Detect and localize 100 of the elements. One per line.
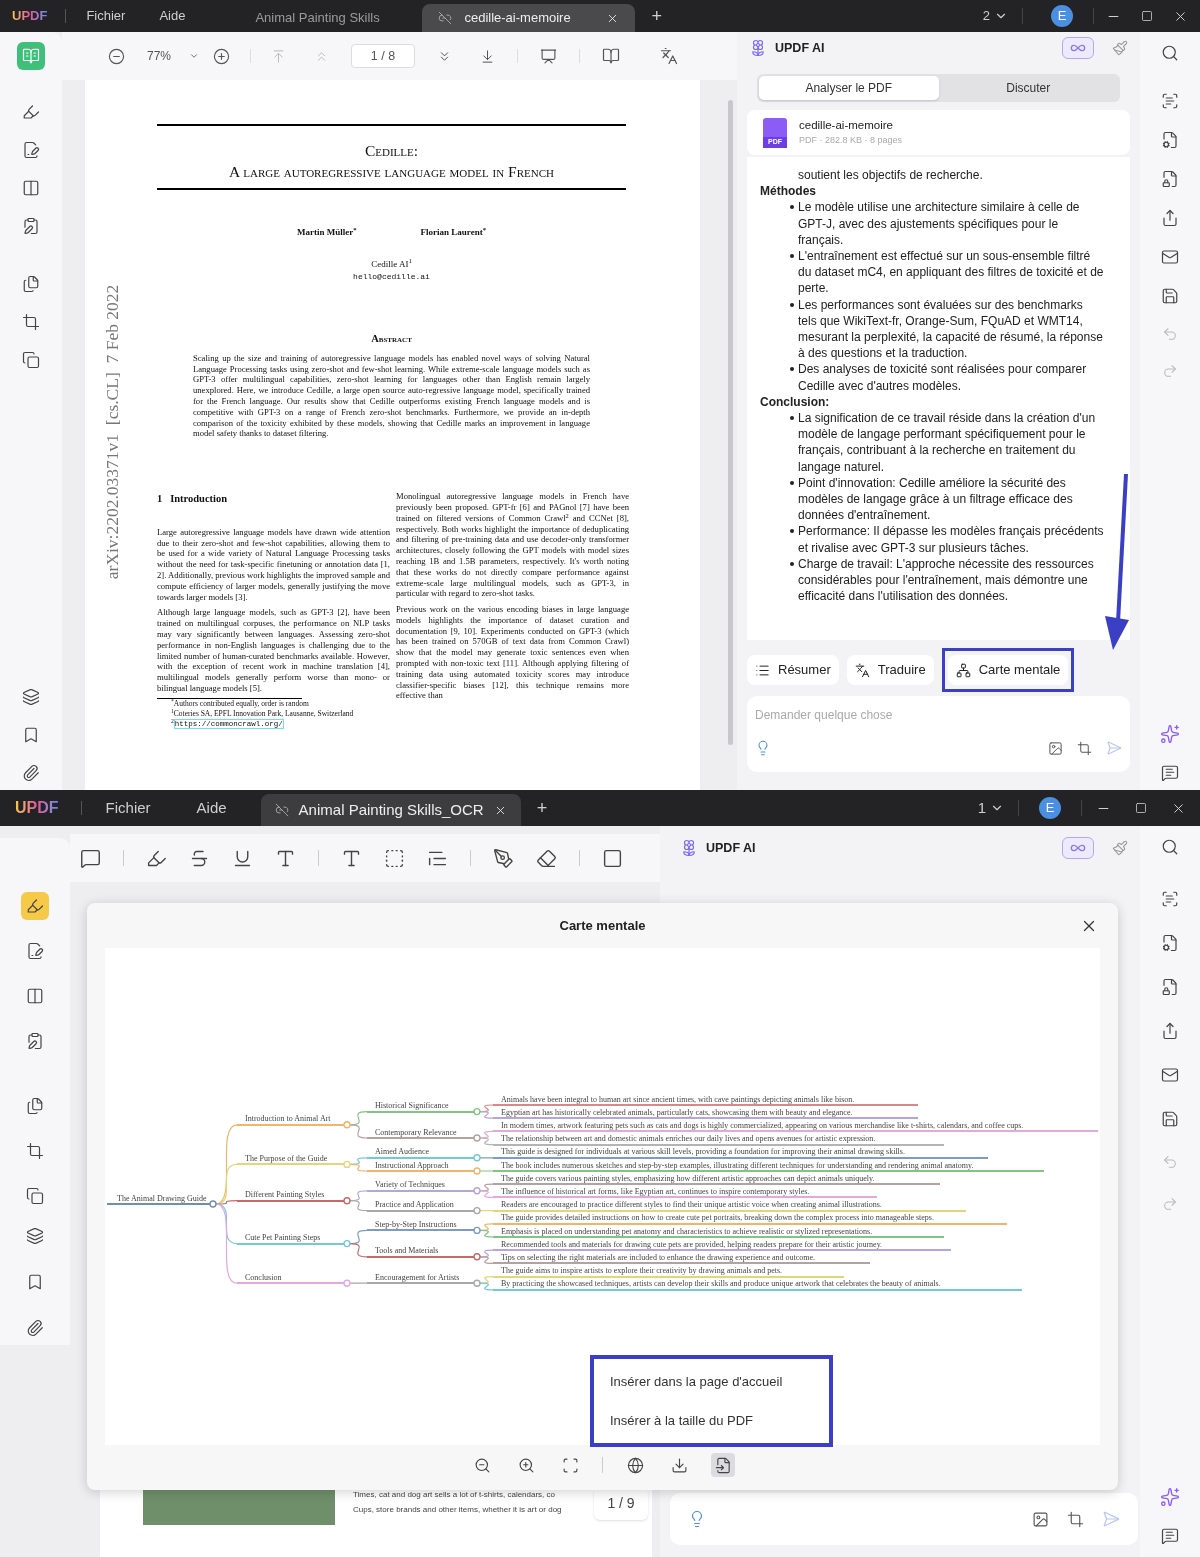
node-circle[interactable] [473,1107,481,1116]
lightbulb-icon[interactable] [755,740,771,756]
page-number-field[interactable]: 1 / 8 [351,44,416,68]
node-label[interactable]: The guide provides detailed instructions on how to create cute pet portraits, breaking down the complex process into manageable steps. [501,1213,934,1223]
layers-icon[interactable] [22,688,40,706]
document-tab[interactable]: Animal Painting Skills_OCR [260,794,521,826]
ask-input[interactable]: Demander quelque chose [747,696,1130,772]
node-circle[interactable] [473,1134,481,1142]
file-lock-icon[interactable] [1161,978,1179,996]
bookmark-icon[interactable] [26,1273,44,1291]
text-box-icon[interactable] [384,847,405,869]
menu-item[interactable]: Aide [159,6,186,26]
node-circle[interactable] [473,1279,481,1287]
node-circle[interactable] [473,1253,481,1261]
search-icon[interactable] [1161,838,1179,856]
share-icon[interactable] [1161,209,1179,227]
node-label[interactable]: Tips on selecting the right materials are included to enhance the drawing experience and outcome. [501,1252,816,1262]
zoom-out-icon[interactable] [108,47,125,65]
file-cog-icon[interactable] [1161,131,1179,149]
new-tab-button[interactable]: + [651,2,662,30]
node-circle[interactable] [343,1197,351,1205]
ocr-icon[interactable] [1161,890,1179,908]
segment-tab[interactable]: Analyser le PDF [759,76,939,100]
book-icon[interactable] [602,47,621,65]
node-label[interactable]: In modern times, artwork featuring pets such as cats and dogs is highly commercialized, appearing on various merchandise like t-shirts, calendars, and coffee cups. [501,1120,1024,1130]
node-circle[interactable] [473,1187,481,1195]
paperclip-icon[interactable] [22,764,40,782]
menu-item[interactable]: Insérer à la taille du PDF [610,1411,829,1431]
node-label[interactable]: Readers are encouraged to practice different styles to find their unique artistic voice when creating animal illustrations. [501,1200,882,1210]
file-lock-icon[interactable] [1161,170,1179,188]
node-circle[interactable] [343,1239,351,1248]
file-cog-icon[interactable] [1161,934,1179,952]
node-label[interactable]: Cute Pet Painting Steps [245,1233,321,1243]
node-label[interactable]: The relationship between art and domestic animals enriches our daily lives and opens avenues for artistic expression. [501,1134,876,1144]
eraser-icon[interactable] [536,847,557,869]
node-circle[interactable] [473,1154,481,1162]
paperclip-icon[interactable] [26,1319,44,1337]
node-label[interactable]: Tools and Materials [375,1246,439,1256]
pen-icon[interactable] [493,847,514,869]
node-label[interactable]: The guide covers various painting styles, emphasizing how different artistic approaches can depict animals uniquely. [501,1173,875,1183]
scrollbar[interactable] [728,100,733,745]
node-label[interactable]: Different Painting Styles [245,1190,325,1200]
node-label[interactable]: The Purpose of the Guide [245,1153,328,1163]
node-label[interactable]: The influence of historical art forms, like Egyptian art, continues to inspire contemporary styles. [501,1186,810,1196]
comment-icon[interactable] [80,847,101,869]
segment-tab[interactable]: Discuter [938,76,1118,100]
mail-icon[interactable] [1161,248,1179,266]
node-circle[interactable] [473,1167,481,1175]
document-tab[interactable]: Animal Painting Skills [239,4,423,32]
bookmark-icon[interactable] [22,726,40,744]
presentation-icon[interactable] [540,47,558,65]
chat-icon[interactable] [1161,1527,1179,1545]
node-circle[interactable] [473,1226,481,1235]
node-label[interactable]: This guide is designed for individuals at various skill levels, providing a foundation for improving their animal drawing skills. [501,1147,905,1157]
node-label[interactable]: The guide aims to inspire artists to explore their creativity by drawing animals and pets. [501,1266,783,1276]
action-button[interactable]: Carte mentale [947,655,1069,685]
node-label[interactable]: Step-by-Step Instructions [375,1219,457,1229]
node-label[interactable]: The Animal Drawing Guide [117,1193,207,1203]
image-icon[interactable] [1048,740,1063,756]
maximize-icon[interactable] [1141,10,1153,22]
node-circle[interactable] [343,1279,351,1287]
node-circle[interactable] [473,1206,481,1215]
crop-icon[interactable] [1067,1510,1084,1528]
action-button[interactable]: Résumer [747,655,839,685]
node-label[interactable]: Emphasis is placed on understanding pet anatomy and characteristics to achieve realistic or stylized representations. [501,1226,873,1236]
mail-icon[interactable] [1161,1066,1179,1084]
menu-item[interactable]: Fichier [86,6,126,26]
shape-icon[interactable] [602,847,623,869]
save-icon[interactable] [1161,1110,1179,1128]
ocr-icon[interactable] [1161,92,1179,110]
node-label[interactable]: By practicing the showcased techniques, artists can develop their skills and produce unique artwork that celebrates the beauty of animals. [501,1279,941,1289]
translate-icon[interactable] [660,47,679,65]
ask-input[interactable] [670,1493,1138,1545]
node-label[interactable]: Introduction to Animal Art [245,1114,331,1124]
node-circle[interactable] [343,1121,351,1129]
menu-item[interactable]: Fichier [105,796,151,820]
document-tab[interactable]: cedille-ai-memoire [422,4,636,32]
search-icon[interactable] [1161,44,1179,62]
save-icon[interactable] [1161,287,1179,305]
node-label[interactable]: Conclusion [245,1272,282,1282]
node-label[interactable]: Aimed Audience [375,1147,429,1157]
node-label[interactable]: Practice and Application [375,1200,454,1210]
node-label[interactable]: Variety of Techniques [375,1180,445,1190]
node-label[interactable]: The book includes numerous sketches and step-by-step examples, illustrating different techniques for understanding and rendering animal anatomy. [501,1160,974,1170]
map-tool-button[interactable] [711,1453,735,1477]
action-button[interactable]: Traduire [846,655,934,685]
ask-field[interactable]: Demander quelque chose [755,706,1122,724]
ai-assistant-icon[interactable] [1160,724,1180,744]
sidebar-tool-button[interactable] [21,892,49,920]
node-label[interactable]: Historical Significance [375,1101,449,1111]
node-label[interactable]: Encouragement for Artists [375,1272,460,1282]
zoom-dropdown[interactable]: 77% [147,47,200,65]
maximize-icon[interactable] [1135,802,1147,814]
window-count-dropdown[interactable]: 1 [977,796,1004,820]
layers-icon[interactable] [26,1227,44,1245]
zoom-in-icon[interactable] [213,47,231,65]
chat-icon[interactable] [1161,764,1179,782]
share-icon[interactable] [1161,1022,1179,1040]
menu-item[interactable]: Aide [196,796,227,820]
node-circle[interactable] [209,1200,217,1208]
